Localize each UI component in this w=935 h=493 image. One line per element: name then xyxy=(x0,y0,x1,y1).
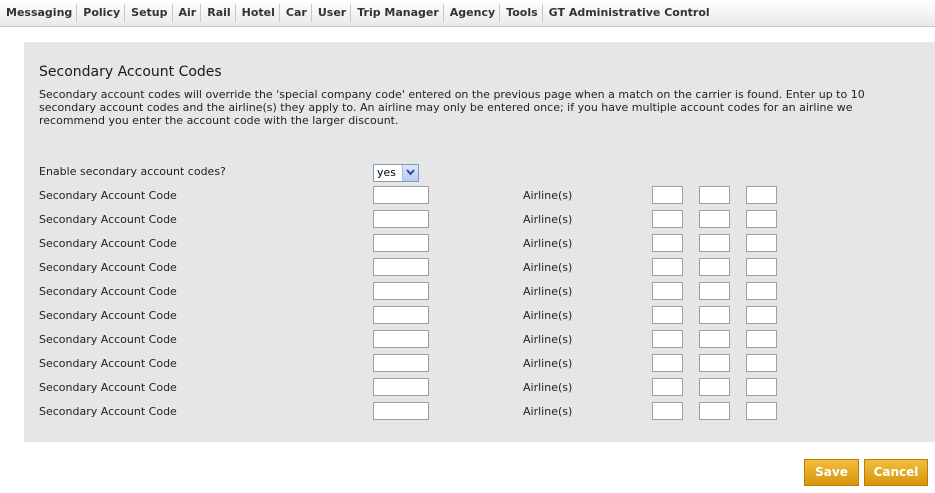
airline-input[interactable] xyxy=(699,306,730,324)
airline-input[interactable] xyxy=(699,210,730,228)
airline-input[interactable] xyxy=(652,234,683,252)
airline-input[interactable] xyxy=(746,306,777,324)
airline-input[interactable] xyxy=(652,354,683,372)
account-code-label: Secondary Account Code xyxy=(39,381,177,394)
airline-input[interactable] xyxy=(652,210,683,228)
airline-input[interactable] xyxy=(746,378,777,396)
airline-input[interactable] xyxy=(652,402,683,420)
account-code-label: Secondary Account Code xyxy=(39,285,177,298)
airline-label: Airline(s) xyxy=(523,261,573,274)
account-code-label: Secondary Account Code xyxy=(39,213,177,226)
airline-input[interactable] xyxy=(652,258,683,276)
account-code-label: Secondary Account Code xyxy=(39,237,177,250)
account-code-input[interactable] xyxy=(373,210,429,228)
airline-input[interactable] xyxy=(652,282,683,300)
airline-input[interactable] xyxy=(746,330,777,348)
nav-item-user[interactable]: User xyxy=(312,4,352,22)
chevron-down-icon[interactable] xyxy=(402,165,418,181)
nav-item-messaging[interactable]: Messaging xyxy=(0,4,78,22)
airline-label: Airline(s) xyxy=(523,213,573,226)
account-code-input[interactable] xyxy=(373,402,429,420)
airline-label: Airline(s) xyxy=(523,357,573,370)
account-code-label: Secondary Account Code xyxy=(39,333,177,346)
airline-input[interactable] xyxy=(746,402,777,420)
airline-input[interactable] xyxy=(746,186,777,204)
nav-item-agency[interactable]: Agency xyxy=(444,4,501,22)
airline-input[interactable] xyxy=(652,378,683,396)
airline-input[interactable] xyxy=(699,234,730,252)
nav-item-trip-manager[interactable]: Trip Manager xyxy=(351,4,444,22)
nav-item-policy[interactable]: Policy xyxy=(77,4,126,22)
airline-input[interactable] xyxy=(699,402,730,420)
cancel-button[interactable]: Cancel xyxy=(864,459,928,486)
airline-input[interactable] xyxy=(699,186,730,204)
top-nav: Messaging Policy Setup Air Rail Hotel Ca… xyxy=(0,0,935,27)
airline-label: Airline(s) xyxy=(523,381,573,394)
nav-item-car[interactable]: Car xyxy=(280,4,312,22)
airline-label: Airline(s) xyxy=(523,405,573,418)
account-code-input[interactable] xyxy=(373,330,429,348)
airline-label: Airline(s) xyxy=(523,309,573,322)
nav-item-gt-administrative-control[interactable]: GT Administrative Control xyxy=(543,4,714,22)
account-code-input[interactable] xyxy=(373,282,429,300)
nav-item-hotel[interactable]: Hotel xyxy=(236,4,280,22)
airline-label: Airline(s) xyxy=(523,333,573,346)
airline-input[interactable] xyxy=(652,306,683,324)
enable-label: Enable secondary account codes? xyxy=(39,165,226,178)
airline-input[interactable] xyxy=(746,354,777,372)
airline-label: Airline(s) xyxy=(523,189,573,202)
airline-input[interactable] xyxy=(699,354,730,372)
airline-input[interactable] xyxy=(699,378,730,396)
account-code-input[interactable] xyxy=(373,354,429,372)
airline-label: Airline(s) xyxy=(523,285,573,298)
airline-input[interactable] xyxy=(746,234,777,252)
page-title: Secondary Account Codes xyxy=(39,64,222,80)
airline-input[interactable] xyxy=(652,186,683,204)
airline-label: Airline(s) xyxy=(523,237,573,250)
account-code-label: Secondary Account Code xyxy=(39,189,177,202)
airline-input[interactable] xyxy=(652,330,683,348)
account-code-input[interactable] xyxy=(373,306,429,324)
account-code-label: Secondary Account Code xyxy=(39,309,177,322)
enable-select-value: yes xyxy=(377,166,397,179)
nav-item-rail[interactable]: Rail xyxy=(201,4,236,22)
page-description: Secondary account codes will override th… xyxy=(39,88,865,127)
nav-item-tools[interactable]: Tools xyxy=(500,4,543,22)
airline-input[interactable] xyxy=(699,330,730,348)
account-code-input[interactable] xyxy=(373,186,429,204)
airline-input[interactable] xyxy=(699,282,730,300)
account-code-label: Secondary Account Code xyxy=(39,405,177,418)
airline-input[interactable] xyxy=(699,258,730,276)
nav-item-air[interactable]: Air xyxy=(173,4,202,22)
nav-item-setup[interactable]: Setup xyxy=(125,4,173,22)
airline-input[interactable] xyxy=(746,282,777,300)
account-code-label: Secondary Account Code xyxy=(39,357,177,370)
account-code-input[interactable] xyxy=(373,234,429,252)
account-code-input[interactable] xyxy=(373,258,429,276)
airline-input[interactable] xyxy=(746,210,777,228)
secondary-account-codes-panel: Secondary Account Codes Secondary accoun… xyxy=(24,42,935,442)
account-code-input[interactable] xyxy=(373,378,429,396)
save-button[interactable]: Save xyxy=(804,459,859,486)
enable-select[interactable]: yes xyxy=(373,164,419,182)
account-code-label: Secondary Account Code xyxy=(39,261,177,274)
airline-input[interactable] xyxy=(746,258,777,276)
